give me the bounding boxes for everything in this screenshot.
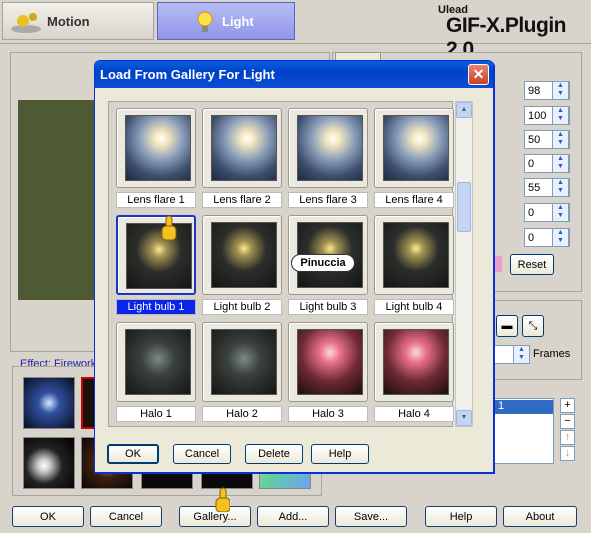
gallery-thumb-image[interactable]: [211, 329, 277, 395]
preview-image: [18, 100, 98, 300]
gallery-item-label: Light bulb 1: [116, 299, 196, 315]
gallery-item[interactable]: Light bulb 4: [374, 215, 454, 319]
gallery-item-label: Light bulb 2: [202, 299, 282, 315]
ok-button[interactable]: OK: [12, 506, 84, 527]
motion-icon: [11, 13, 41, 33]
spin-arrows-7[interactable]: ▲ ▼: [552, 228, 569, 247]
gallery-thumb-image[interactable]: [297, 329, 363, 395]
move-up-icon[interactable]: ↑: [560, 430, 575, 445]
effect-thumb-1[interactable]: [23, 377, 75, 429]
gallery-item[interactable]: Lens flare 3: [288, 108, 368, 212]
add-button[interactable]: Add...: [257, 506, 329, 527]
scroll-down-icon[interactable]: ▼: [456, 410, 472, 426]
gallery-thumb-image[interactable]: [125, 115, 191, 181]
light-bulb-icon: [197, 11, 213, 32]
remove-frame-icon[interactable]: −: [560, 414, 575, 429]
tab-motion-label: Motion: [47, 13, 90, 29]
frames-label: Frames: [533, 348, 571, 360]
gallery-item[interactable]: Lens flare 4: [374, 108, 454, 212]
scroll-thumb[interactable]: [457, 182, 471, 232]
hand-pointer-icon: [161, 215, 177, 241]
gallery-item-label: Halo 4: [374, 406, 454, 422]
gallery-thumb-frame[interactable]: [374, 108, 454, 188]
help-button[interactable]: Help: [425, 506, 497, 527]
gallery-item-label: Lens flare 1: [116, 192, 196, 208]
gallery-thumb-frame[interactable]: [374, 322, 454, 402]
gallery-item-label: Lens flare 2: [202, 192, 282, 208]
gallery-item-label: Lens flare 4: [374, 192, 454, 208]
gallery-thumb-frame[interactable]: [374, 215, 454, 295]
gallery-grid: Lens flare 1 Lens flare 2 Lens flare 3 Lens…: [108, 101, 454, 427]
gallery-item[interactable]: Light bulb 1: [116, 215, 196, 319]
gallery-item[interactable]: Lens flare 1: [116, 108, 196, 212]
save-button[interactable]: Save...: [335, 506, 407, 527]
about-button[interactable]: About: [503, 506, 577, 527]
dialog-cancel-button[interactable]: Cancel: [173, 444, 231, 464]
hand-pointer-icon: [215, 487, 230, 512]
add-frame-icon[interactable]: +: [560, 398, 575, 413]
gallery-item-label: Halo 1: [116, 406, 196, 422]
color-swatch[interactable]: [494, 256, 502, 272]
gallery-thumb-frame[interactable]: [288, 108, 368, 188]
gallery-item[interactable]: Lens flare 2: [202, 108, 282, 212]
gallery-thumb-frame[interactable]: [202, 322, 282, 402]
tab-light-label: Light: [222, 13, 254, 29]
gallery-thumb-image[interactable]: [383, 329, 449, 395]
gallery-thumb-frame[interactable]: [116, 322, 196, 402]
gallery-thumb-frame[interactable]: [202, 108, 282, 188]
scroll-up-icon[interactable]: ▲: [456, 102, 472, 118]
gallery-thumb-frame[interactable]: [116, 108, 196, 188]
gallery-thumb-frame[interactable]: [202, 215, 282, 295]
gallery-item[interactable]: Light bulb 2: [202, 215, 282, 319]
effect-thumb-3[interactable]: [23, 437, 75, 489]
dialog-titlebar[interactable]: Load From Gallery For Light: [95, 61, 493, 88]
tool-button-2[interactable]: ⤡: [522, 315, 544, 337]
gallery-item[interactable]: Halo 1: [116, 322, 196, 426]
tab-motion[interactable]: Motion: [2, 2, 154, 40]
gallery-thumb-image[interactable]: [383, 115, 449, 181]
gallery-item-label: Halo 2: [202, 406, 282, 422]
spin-arrows-1[interactable]: ▲ ▼: [552, 81, 569, 100]
cancel-button[interactable]: Cancel: [90, 506, 162, 527]
frame-list-item[interactable]: 1: [495, 400, 553, 414]
tool-button-1[interactable]: ▬: [496, 315, 518, 337]
reset-button[interactable]: Reset: [510, 254, 554, 275]
gallery-item-label: Light bulb 3: [288, 299, 368, 315]
frames-spin-arrows[interactable]: ▲ ▼: [513, 345, 530, 364]
spin-arrows-3[interactable]: ▲ ▼: [552, 130, 569, 149]
spin-arrows-4[interactable]: ▲ ▼: [552, 154, 569, 173]
gallery-dialog: Load From Gallery For Light ✕ Lens flare…: [94, 60, 494, 473]
gallery-item-label: Light bulb 4: [374, 299, 454, 315]
gallery-item[interactable]: Halo 2: [202, 322, 282, 426]
dialog-help-button[interactable]: Help: [311, 444, 369, 464]
dialog-ok-button[interactable]: OK: [107, 444, 159, 464]
gallery-thumb-image[interactable]: [211, 115, 277, 181]
gallery-thumb-image[interactable]: [297, 115, 363, 181]
gallery-thumb-image[interactable]: [383, 222, 449, 288]
gallery-thumb-image[interactable]: [211, 222, 277, 288]
move-down-icon[interactable]: ↓: [560, 446, 575, 461]
gallery-item[interactable]: Halo 3: [288, 322, 368, 426]
gallery-item-label: Halo 3: [288, 406, 368, 422]
watermark: Pinuccia: [291, 254, 355, 272]
gallery-item-label: Lens flare 3: [288, 192, 368, 208]
dialog-title: Load From Gallery For Light: [100, 67, 275, 82]
spin-arrows-2[interactable]: ▲ ▼: [552, 106, 569, 125]
gallery-thumb-image[interactable]: [125, 329, 191, 395]
spin-arrows-5[interactable]: ▲ ▼: [552, 178, 569, 197]
tab-light[interactable]: Light: [157, 2, 295, 40]
frame-list[interactable]: 1: [494, 398, 554, 464]
dialog-delete-button[interactable]: Delete: [245, 444, 303, 464]
gallery-scrollbar[interactable]: ▲ ▼: [455, 101, 473, 427]
gallery-thumb-frame[interactable]: [116, 215, 196, 295]
spin-arrows-6[interactable]: ▲ ▼: [552, 203, 569, 222]
close-icon[interactable]: ✕: [468, 64, 489, 85]
gallery-item[interactable]: Halo 4: [374, 322, 454, 426]
gallery-thumb-frame[interactable]: [288, 322, 368, 402]
